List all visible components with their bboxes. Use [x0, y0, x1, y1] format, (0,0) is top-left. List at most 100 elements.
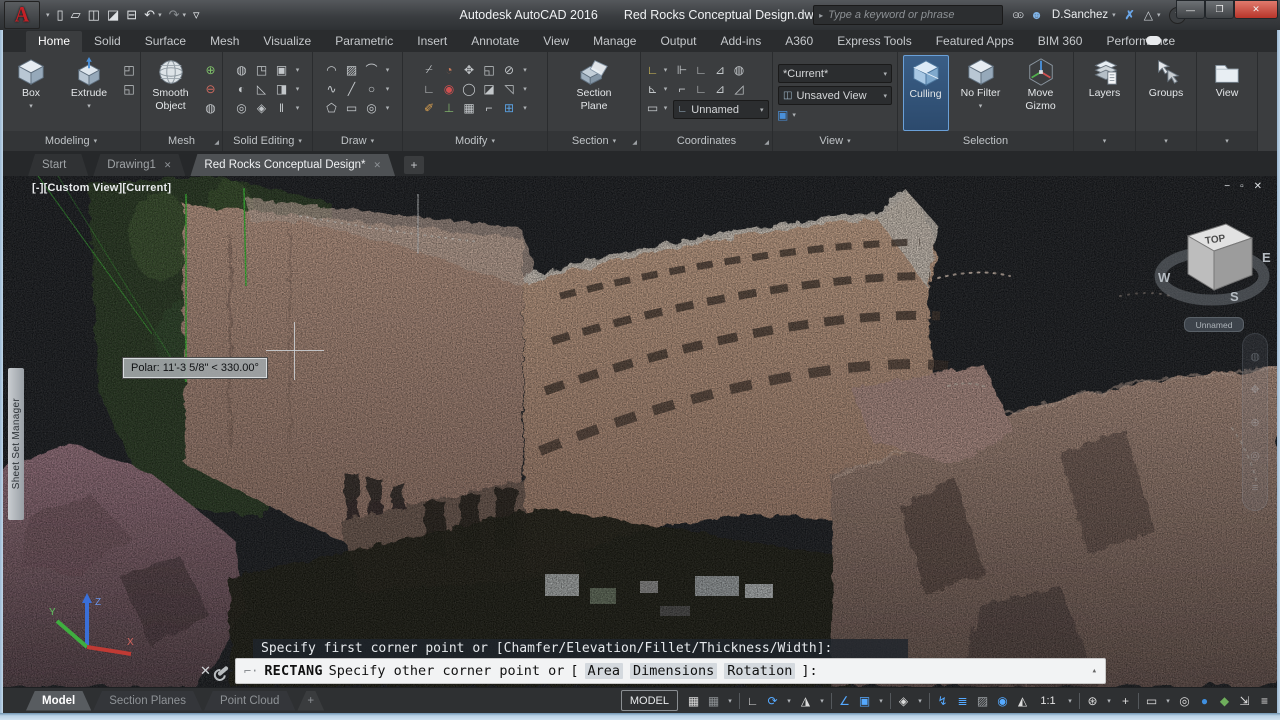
nav-menu[interactable]: ≡ [1252, 482, 1258, 494]
qp-caret[interactable]: ▾ [1164, 697, 1172, 705]
layout-tab-model[interactable]: Model [26, 691, 91, 711]
polar-tracking[interactable]: ⟳ [765, 694, 780, 708]
scale-caret[interactable]: ▾ [1066, 697, 1074, 705]
annotation-scale[interactable]: 1:1 [1035, 695, 1061, 707]
viewcube-unnamed-pill[interactable]: Unnamed [1184, 317, 1244, 332]
ucs-rotate[interactable]: ◿ [734, 82, 743, 96]
vp-close-icon[interactable]: ✕ [1254, 181, 1262, 192]
tab-output[interactable]: Output [648, 31, 708, 52]
view-tools-button[interactable]: View [1200, 55, 1254, 131]
ortho-mode[interactable]: ∟ [745, 694, 760, 708]
polygon[interactable]: ⬠ [326, 101, 336, 115]
ucs-caret3[interactable]: ▾ [664, 104, 668, 112]
user-icon[interactable]: ☻ [1030, 8, 1043, 22]
3d-rotate[interactable]: ◔ [445, 63, 452, 77]
slice[interactable]: ◳ [256, 63, 267, 77]
ribbon-display-toggle[interactable]: ▾ [1146, 36, 1168, 45]
nav-zoom[interactable]: ⊕ [1250, 416, 1259, 429]
recent-commands-icon[interactable]: ⌐· [244, 664, 258, 678]
chamfer[interactable]: ◹ [504, 82, 513, 96]
panel-title-view[interactable]: View ▾ [773, 131, 897, 151]
user-menu-caret-icon[interactable]: ▾ [1112, 11, 1116, 19]
layout-tab-point-cloud[interactable]: Point Cloud [204, 691, 295, 711]
presspull[interactable]: ◱ [123, 82, 134, 96]
separate[interactable]: ‖ [279, 101, 284, 115]
workspace-caret[interactable]: ▾ [1105, 697, 1113, 705]
polar-caret[interactable]: ▾ [785, 697, 793, 705]
tab-featured-apps[interactable]: Featured Apps [924, 31, 1026, 52]
a360-icon[interactable]: △ [1144, 8, 1153, 22]
doc-tab-start[interactable]: Start [28, 154, 88, 176]
command-expand-icon[interactable]: ▴ [1092, 666, 1097, 676]
array[interactable]: ▦ [463, 101, 474, 115]
annotation-monitor[interactable]: + [1118, 694, 1133, 708]
3d-osnap-caret[interactable]: ▾ [916, 697, 924, 705]
extract-edges[interactable]: ▣ [276, 63, 287, 77]
isometric-drafting[interactable]: ◮ [798, 694, 813, 708]
search-icon[interactable]: ⊙⊙ [1012, 10, 1021, 21]
redo[interactable]: ↷ [169, 7, 180, 23]
stretch[interactable]: ⌿ [425, 62, 432, 77]
line[interactable]: ╱ [348, 82, 355, 96]
command-option[interactable]: Rotation [724, 663, 795, 679]
smooth-more[interactable]: ⊕ [205, 63, 215, 77]
rectangle[interactable]: ▭ [346, 101, 357, 115]
union[interactable]: ◍ [236, 63, 246, 77]
tab-manage[interactable]: Manage [581, 31, 648, 52]
panel-title-modify[interactable]: Modify ▾ [403, 131, 547, 151]
new-drawing-tab-button[interactable]: + [404, 156, 424, 174]
tab-solid[interactable]: Solid [82, 31, 133, 52]
tab-express-tools[interactable]: Express Tools [825, 31, 923, 52]
save[interactable]: ◫ [88, 7, 100, 23]
ucs-face[interactable]: ⊿ [715, 63, 725, 77]
panel-title-modeling[interactable]: Modeling ▾ [2, 131, 140, 151]
donut[interactable]: ◎ [366, 101, 376, 115]
ucs-caret1[interactable]: ▾ [664, 66, 668, 74]
ucs-icon-props[interactable]: ▭ [647, 101, 658, 115]
save-as[interactable]: ◪ [107, 7, 119, 23]
qat-menu[interactable]: ▿ [193, 7, 200, 23]
refine-mesh[interactable]: ◍ [205, 101, 215, 115]
divider2[interactable] [831, 693, 832, 709]
iso-caret[interactable]: ▾ [818, 697, 826, 705]
snap-mode[interactable]: ▦ [706, 694, 721, 708]
tab-parametric[interactable]: Parametric [323, 31, 405, 52]
tab-annotate[interactable]: Annotate [459, 31, 531, 52]
ucs-origin[interactable]: ⌐ [678, 82, 685, 96]
model-space-toggle[interactable]: MODEL [621, 690, 678, 711]
tab-performance[interactable]: Performance [1094, 31, 1187, 52]
layout-tab-add[interactable]: + [297, 691, 324, 711]
transparency[interactable]: ▨ [975, 694, 990, 708]
panel-title-draw[interactable]: Draw ▾ [313, 131, 402, 151]
undo-caret[interactable]: ▾ [158, 11, 162, 19]
search-expand-icon[interactable]: ▸ [819, 11, 823, 20]
nav-orbit[interactable]: ◎ [1250, 449, 1260, 462]
move-gizmo-button[interactable]: Move Gizmo [1013, 55, 1069, 131]
nav-wheel[interactable]: ◍ [1250, 350, 1260, 363]
command-close-icon[interactable]: ✕ [200, 663, 211, 679]
copy[interactable]: ◱ [483, 63, 494, 77]
culling-button[interactable]: Culling [903, 55, 949, 131]
navigation-bar[interactable]: ◍✥⊕◎≡ [1242, 333, 1268, 511]
mod-caret3[interactable]: ▾ [523, 104, 527, 112]
dynamic-input[interactable]: ↯ [935, 694, 950, 708]
section-plane-button[interactable]: Section Plane [561, 55, 627, 131]
ucs-3point[interactable]: ⊿ [715, 82, 725, 96]
shell[interactable]: ◨ [276, 82, 287, 96]
command-input[interactable]: ⌐· RECTANG Specify other corner point or… [235, 658, 1106, 684]
viewport-config-caret-icon[interactable]: ▾ [792, 111, 796, 119]
align[interactable]: ⊥ [444, 101, 454, 115]
named-view-dropdown[interactable]: ◫ Unsaved View ▾ [778, 86, 892, 105]
panel-title-solid-editing[interactable]: Solid Editing ▾ [223, 131, 312, 151]
workspace-switching[interactable]: ⊛ [1085, 694, 1100, 708]
ucs-caret2[interactable]: ▾ [664, 85, 668, 93]
spline[interactable]: ∿ [326, 82, 336, 96]
mod-caret2[interactable]: ▾ [523, 85, 527, 93]
layout-tab-section-planes[interactable]: Section Planes [93, 691, 202, 711]
new-file[interactable]: ▯ [57, 7, 64, 23]
hatch[interactable]: ▨ [346, 63, 357, 77]
command-option[interactable]: Dimensions [630, 663, 717, 679]
ucs-view[interactable]: ◍ [734, 63, 744, 77]
tab-view[interactable]: View [531, 31, 581, 52]
smooth-object-button[interactable]: Smooth Object [144, 55, 198, 131]
